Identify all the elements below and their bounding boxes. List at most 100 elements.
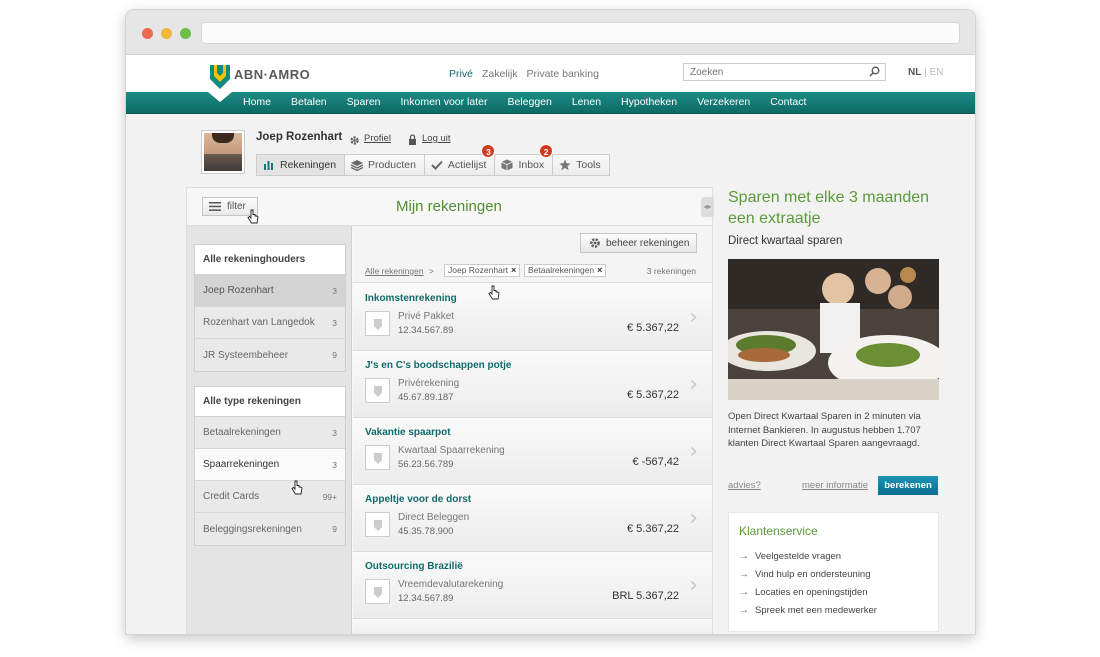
filter-count: 99+ [322, 491, 337, 502]
filter-holder-joep[interactable]: Joep Rozenhart 3 [195, 275, 345, 307]
filter-label: JR Systeembeheer [203, 349, 289, 361]
inbox-badge: 2 [539, 144, 554, 158]
filter-count: 3 [332, 317, 337, 328]
filter-label: Credit Cards [203, 491, 260, 502]
account-row[interactable]: Vakantie spaarpot Kwartaal Spaarrekening… [353, 418, 712, 485]
filter-type-spaarrekeningen[interactable]: Spaarrekeningen 3 [195, 449, 345, 481]
filter-type-beleggingsrekeningen[interactable]: Beleggingsrekeningen 9 [195, 513, 345, 545]
account-row[interactable]: Outsourcing Brazilië Vreemdevalutarekeni… [353, 552, 712, 619]
filter-label: Spaarrekeningen [203, 459, 280, 470]
tab-producten[interactable]: Producten [345, 155, 425, 175]
types-heading[interactable]: Alle type rekeningen [195, 387, 345, 417]
filter-count: 3 [332, 427, 337, 438]
filter-label: Betaalrekeningen [203, 427, 281, 438]
account-row-partial[interactable] [353, 619, 712, 634]
service-link-locations[interactable]: → Locaties en openingstijden [739, 583, 877, 601]
filter-count: 9 [332, 350, 337, 360]
close-dot-icon[interactable] [142, 28, 153, 39]
segment-prive[interactable]: Privé [449, 68, 473, 80]
filter-count: 3 [332, 459, 337, 470]
calculate-button[interactable]: berekenen [878, 476, 938, 495]
account-name: J's en C's boodschappen potje [365, 360, 512, 371]
account-name: Vakantie spaarpot [365, 427, 451, 438]
top-bar: ABN·AMRO Privé Zakelijk Private banking … [126, 55, 975, 92]
account-balance: € 5.367,22 [627, 389, 679, 401]
nav-home[interactable]: Home [243, 96, 271, 108]
filter-sidebar: Alle rekeninghouders Joep Rozenhart 3 Roz… [187, 226, 352, 634]
account-shield-icon [365, 512, 390, 537]
segment-switch: Privé Zakelijk Private banking [449, 68, 599, 80]
layers-icon [351, 159, 364, 171]
filter-holder-jr-systeembeheer[interactable]: JR Systeembeheer 9 [195, 339, 345, 371]
filter-label: Joep Rozenhart [203, 285, 274, 296]
avatar[interactable] [201, 130, 245, 174]
remove-chip-icon[interactable]: × [511, 265, 516, 276]
tab-inbox[interactable]: Inbox 2 [495, 144, 554, 175]
hand-cursor-icon [247, 209, 259, 224]
profile-link[interactable]: Profiel [364, 133, 391, 144]
filter-count: 9 [332, 524, 337, 534]
service-link-help[interactable]: → Vind hulp en ondersteuning [739, 565, 877, 583]
lang-en[interactable]: EN [930, 67, 944, 78]
tab-tools[interactable]: Tools [553, 155, 609, 175]
account-type: Kwartaal Spaarrekening [398, 445, 505, 456]
star-icon [559, 159, 571, 171]
address-bar[interactable] [201, 22, 960, 44]
account-number: 56.23.56.789 [398, 459, 454, 470]
minimize-dot-icon[interactable] [161, 28, 172, 39]
gear-icon [350, 136, 359, 145]
collapse-icon[interactable]: ◂▸ [701, 197, 714, 217]
nav-inkomen-voor-later[interactable]: Inkomen voor later [401, 96, 488, 108]
advice-link[interactable]: advies? [728, 480, 761, 491]
breadcrumb-separator: > [429, 266, 434, 276]
nav-verzekeren[interactable]: Verzekeren [697, 96, 750, 108]
remove-chip-icon[interactable]: × [597, 265, 602, 276]
tab-rekeningen[interactable]: Rekeningen [257, 155, 346, 175]
panel-header: filter Mijn rekeningen ◂▸ [187, 188, 714, 226]
tab-actielijst[interactable]: Actielijst 3 [424, 144, 496, 175]
manage-accounts-button[interactable]: beheer rekeningen [580, 233, 697, 253]
search-input[interactable] [684, 64, 864, 80]
filter-type-credit-cards[interactable]: Credit Cards 99+ [195, 481, 345, 513]
account-type: Direct Beleggen [398, 512, 470, 523]
filter-label: Beleggingsrekeningen [203, 523, 302, 535]
lang-nl[interactable]: NL [908, 67, 921, 78]
breadcrumb-root[interactable]: Alle rekeningen [365, 266, 424, 276]
service-link-faq[interactable]: → Veelgestelde vragen [739, 547, 877, 565]
list-toolbar: beheer rekeningen [353, 226, 712, 259]
segment-private-banking[interactable]: Private banking [527, 68, 599, 80]
account-row[interactable]: Inkomstenrekening Privé Pakket 12.34.567… [353, 284, 712, 351]
account-row[interactable]: Appeltje voor de dorst Direct Beleggen 4… [353, 485, 712, 552]
promo-title: Sparen met elke 3 maanden een extraatje [728, 189, 930, 227]
nav-sparen[interactable]: Sparen [347, 96, 381, 108]
segment-zakelijk[interactable]: Zakelijk [482, 68, 518, 80]
more-info-link[interactable]: meer informatie [802, 480, 868, 491]
nav-betalen[interactable]: Betalen [291, 96, 327, 108]
holders-heading[interactable]: Alle rekeninghouders [195, 245, 345, 275]
account-type: Privérekening [398, 378, 460, 389]
service-link-contact-employee[interactable]: → Spreek met een medewerker [739, 601, 877, 619]
nav-beleggen[interactable]: Beleggen [507, 96, 551, 108]
filter-chip-holder: Joep Rozenhart × [444, 264, 521, 277]
nav-contact[interactable]: Contact [770, 96, 806, 108]
lang-separator: | [924, 67, 927, 78]
abn-amro-logo[interactable]: ABN·AMRO [210, 65, 310, 89]
filter-type-betaalrekeningen[interactable]: Betaalrekeningen 3 [195, 417, 345, 449]
user-name: Joep Rozenhart [256, 131, 343, 143]
logout-link[interactable]: Log uit [422, 133, 451, 144]
browser-chrome [126, 10, 975, 55]
nav-lenen[interactable]: Lenen [572, 96, 601, 108]
filter-holder-rozenhart-van-langedok[interactable]: Rozenhart van Langedok 3 [195, 307, 345, 339]
arrow-right-icon: → [739, 604, 749, 616]
customer-service-box: Klantenservice → Veelgestelde vragen → Vin… [728, 512, 939, 632]
nav-hypotheken[interactable]: Hypotheken [621, 96, 677, 108]
search-icon[interactable] [869, 66, 880, 77]
arrow-right-icon: → [739, 586, 749, 598]
arrow-right-icon: → [739, 550, 749, 562]
accounts-count: 3 rekeningen [646, 266, 696, 276]
promo-text: Open Direct Kwartaal Sparen in 2 minuten… [728, 411, 921, 449]
page: ABN·AMRO Privé Zakelijk Private banking … [126, 55, 975, 634]
maximize-dot-icon[interactable] [180, 28, 191, 39]
account-row[interactable]: J's en C's boodschappen potje Privéreken… [353, 351, 712, 418]
account-type: Vreemdevalutarekening [398, 579, 504, 590]
